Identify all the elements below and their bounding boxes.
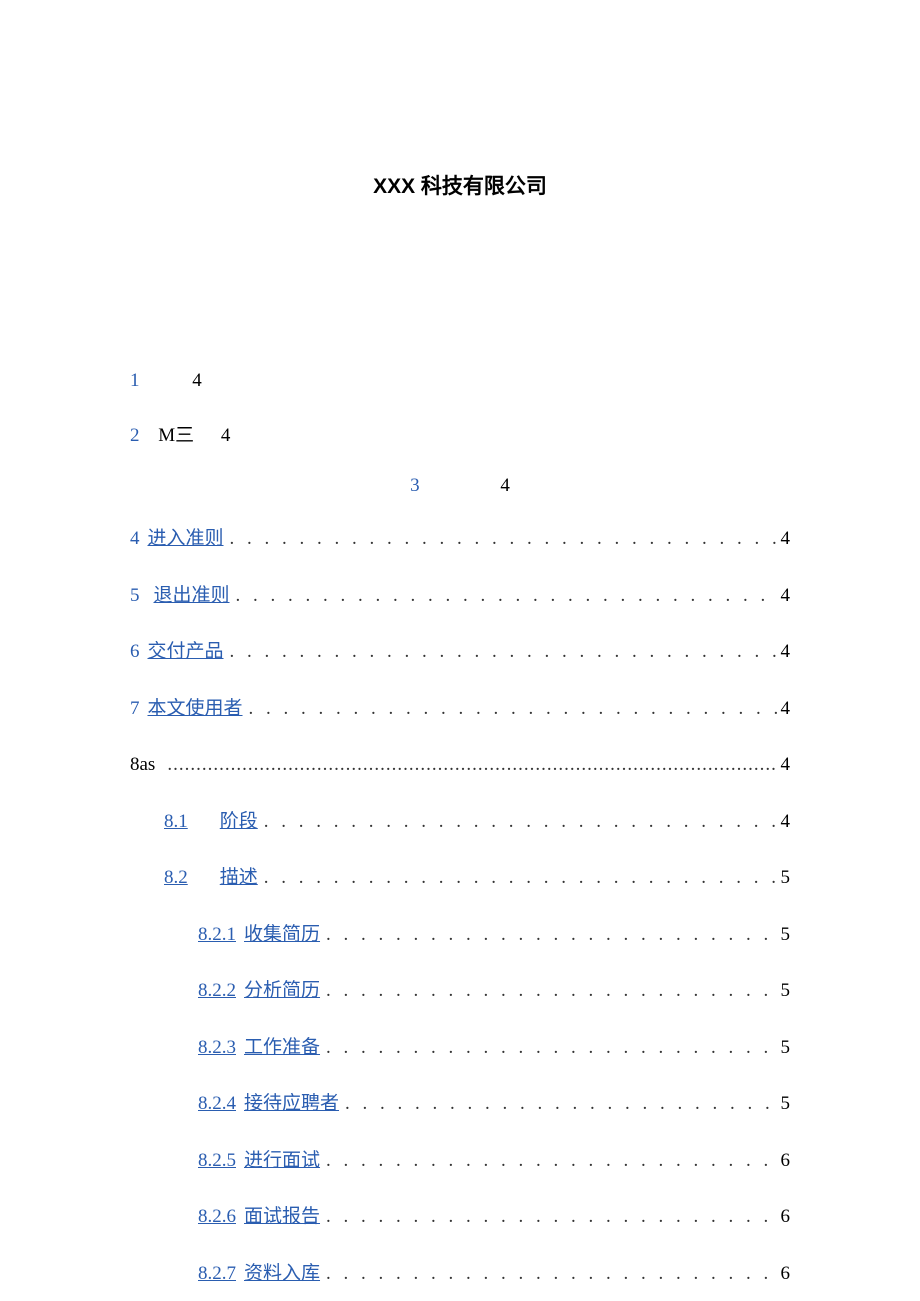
toc-entry-page: 5 [777, 864, 791, 893]
toc-dots: . . . . . . . . . . . . . . . . . . . . … [245, 695, 777, 724]
toc-entry-label[interactable]: 面试报告 [244, 1203, 320, 1232]
toc-entry-number[interactable]: 8.2.5 [198, 1147, 236, 1176]
toc-row-3-right: 4 [500, 475, 510, 496]
toc-entry-label[interactable]: 描述 [220, 864, 258, 893]
company-title: XXX 科技有限公司 [130, 170, 790, 200]
toc-container: 4进入准则. . . . . . . . . . . . . . . . . .… [130, 525, 790, 1288]
toc-entry: 8as.....................................… [130, 751, 790, 780]
toc-entry-label[interactable]: 资料入库 [244, 1260, 320, 1289]
toc-entry: 8.1 阶段. . . . . . . . . . . . . . . . . .… [130, 808, 790, 837]
toc-entry-label[interactable]: 进行面试 [244, 1147, 320, 1176]
toc-entry-label[interactable]: 阶段 [220, 808, 258, 837]
toc-entry-page: 4 [777, 808, 791, 837]
toc-row-3: 3 4 [130, 475, 790, 497]
toc-entry-number[interactable]: 8.2.3 [198, 1034, 236, 1063]
toc-entry-page: 6 [777, 1203, 791, 1232]
toc-dots: . . . . . . . . . . . . . . . . . . . . … [322, 1034, 776, 1063]
toc-entry-number[interactable]: 8.1 [164, 808, 188, 837]
toc-entry: 4 进入准则. . . . . . . . . . . . . . . . . .… [130, 525, 790, 554]
toc-entry-page: 5 [777, 1090, 791, 1119]
toc-entry-label[interactable]: 交付产品 [148, 638, 224, 667]
toc-entry-label[interactable]: 工作准备 [244, 1034, 320, 1063]
toc-row-2-right: 4 [221, 425, 231, 446]
toc-dots: ........................................… [163, 751, 776, 780]
toc-dots: . . . . . . . . . . . . . . . . . . . . … [232, 582, 777, 611]
toc-dots: . . . . . . . . . . . . . . . . . . . . … [226, 638, 777, 667]
toc-entry-number[interactable]: 8.2.1 [198, 921, 236, 950]
toc-entry: 8.2.1 收集简历. . . . . . . . . . . . . . . .… [130, 921, 790, 950]
toc-entry: 8.2 描述. . . . . . . . . . . . . . . . . .… [130, 864, 790, 893]
toc-entry-number[interactable]: 8.2.6 [198, 1203, 236, 1232]
toc-dots: . . . . . . . . . . . . . . . . . . . . … [322, 1203, 776, 1232]
toc-entry-page: 4 [777, 582, 791, 611]
toc-dots: . . . . . . . . . . . . . . . . . . . . … [260, 864, 777, 893]
toc-row-2-mid: M三 [158, 425, 194, 446]
toc-entry: 8.2.3 工作准备. . . . . . . . . . . . . . . .… [130, 1034, 790, 1063]
toc-dots: . . . . . . . . . . . . . . . . . . . . … [260, 808, 777, 837]
toc-entry-label[interactable]: 分析简历 [244, 977, 320, 1006]
toc-dots: . . . . . . . . . . . . . . . . . . . . … [322, 1260, 776, 1289]
toc-row-1-left: 1 [130, 370, 140, 391]
toc-dots: . . . . . . . . . . . . . . . . . . . . … [322, 977, 776, 1006]
toc-row-1: 1 4 [130, 370, 790, 392]
toc-entry-page: 6 [777, 1147, 791, 1176]
toc-dots: . . . . . . . . . . . . . . . . . . . . … [322, 921, 776, 950]
toc-entry-page: 5 [777, 921, 791, 950]
toc-entry-page: 5 [777, 977, 791, 1006]
toc-entry-label[interactable]: 进入准则 [148, 525, 224, 554]
toc-entry-number: 8as [130, 751, 155, 780]
toc-entry: 7 本文使用者. . . . . . . . . . . . . . . . . … [130, 695, 790, 724]
toc-row-1-right: 4 [192, 370, 202, 391]
toc-dots: . . . . . . . . . . . . . . . . . . . . … [341, 1090, 776, 1119]
toc-entry: 5 退出准则. . . . . . . . . . . . . . . . . .… [130, 582, 790, 611]
toc-row-2: 2 M三 4 [130, 420, 790, 447]
toc-row-3-left: 3 [410, 475, 420, 496]
toc-entry-label[interactable]: 本文使用者 [148, 695, 243, 724]
toc-dots: . . . . . . . . . . . . . . . . . . . . … [322, 1147, 776, 1176]
toc-entry-label[interactable]: 退出准则 [154, 582, 230, 611]
toc-entry-page: 5 [777, 1034, 791, 1063]
toc-entry-number[interactable]: 8.2.4 [198, 1090, 236, 1119]
toc-entry-page: 4 [777, 695, 791, 724]
toc-entry-number[interactable]: 8.2.7 [198, 1260, 236, 1289]
toc-entry-page: 4 [777, 525, 791, 554]
toc-entry-page: 4 [777, 751, 791, 780]
toc-entry-label[interactable]: 收集简历 [244, 921, 320, 950]
toc-entry-page: 6 [777, 1260, 791, 1289]
toc-entry: 8.2.4 接待应聘者. . . . . . . . . . . . . . . … [130, 1090, 790, 1119]
toc-entry-number[interactable]: 4 [130, 525, 140, 554]
toc-entry: 8.2.6 面试报告. . . . . . . . . . . . . . . .… [130, 1203, 790, 1232]
toc-entry: 6 交付产品. . . . . . . . . . . . . . . . . .… [130, 638, 790, 667]
toc-dots: . . . . . . . . . . . . . . . . . . . . … [226, 525, 777, 554]
toc-row-2-left: 2 [130, 425, 140, 446]
toc-entry: 8.2.7 资料入库. . . . . . . . . . . . . . . .… [130, 1260, 790, 1289]
toc-entry-number[interactable]: 8.2 [164, 864, 188, 893]
toc-entry-number[interactable]: 7 [130, 695, 140, 724]
toc-entry-number[interactable]: 6 [130, 638, 140, 667]
toc-entry: 8.2.2 分析简历. . . . . . . . . . . . . . . .… [130, 977, 790, 1006]
toc-entry: 8.2.5 进行面试. . . . . . . . . . . . . . . .… [130, 1147, 790, 1176]
toc-entry-page: 4 [777, 638, 791, 667]
toc-entry-label[interactable]: 接待应聘者 [244, 1090, 339, 1119]
toc-entry-number[interactable]: 8.2.2 [198, 977, 236, 1006]
toc-entry-number[interactable]: 5 [130, 582, 140, 611]
